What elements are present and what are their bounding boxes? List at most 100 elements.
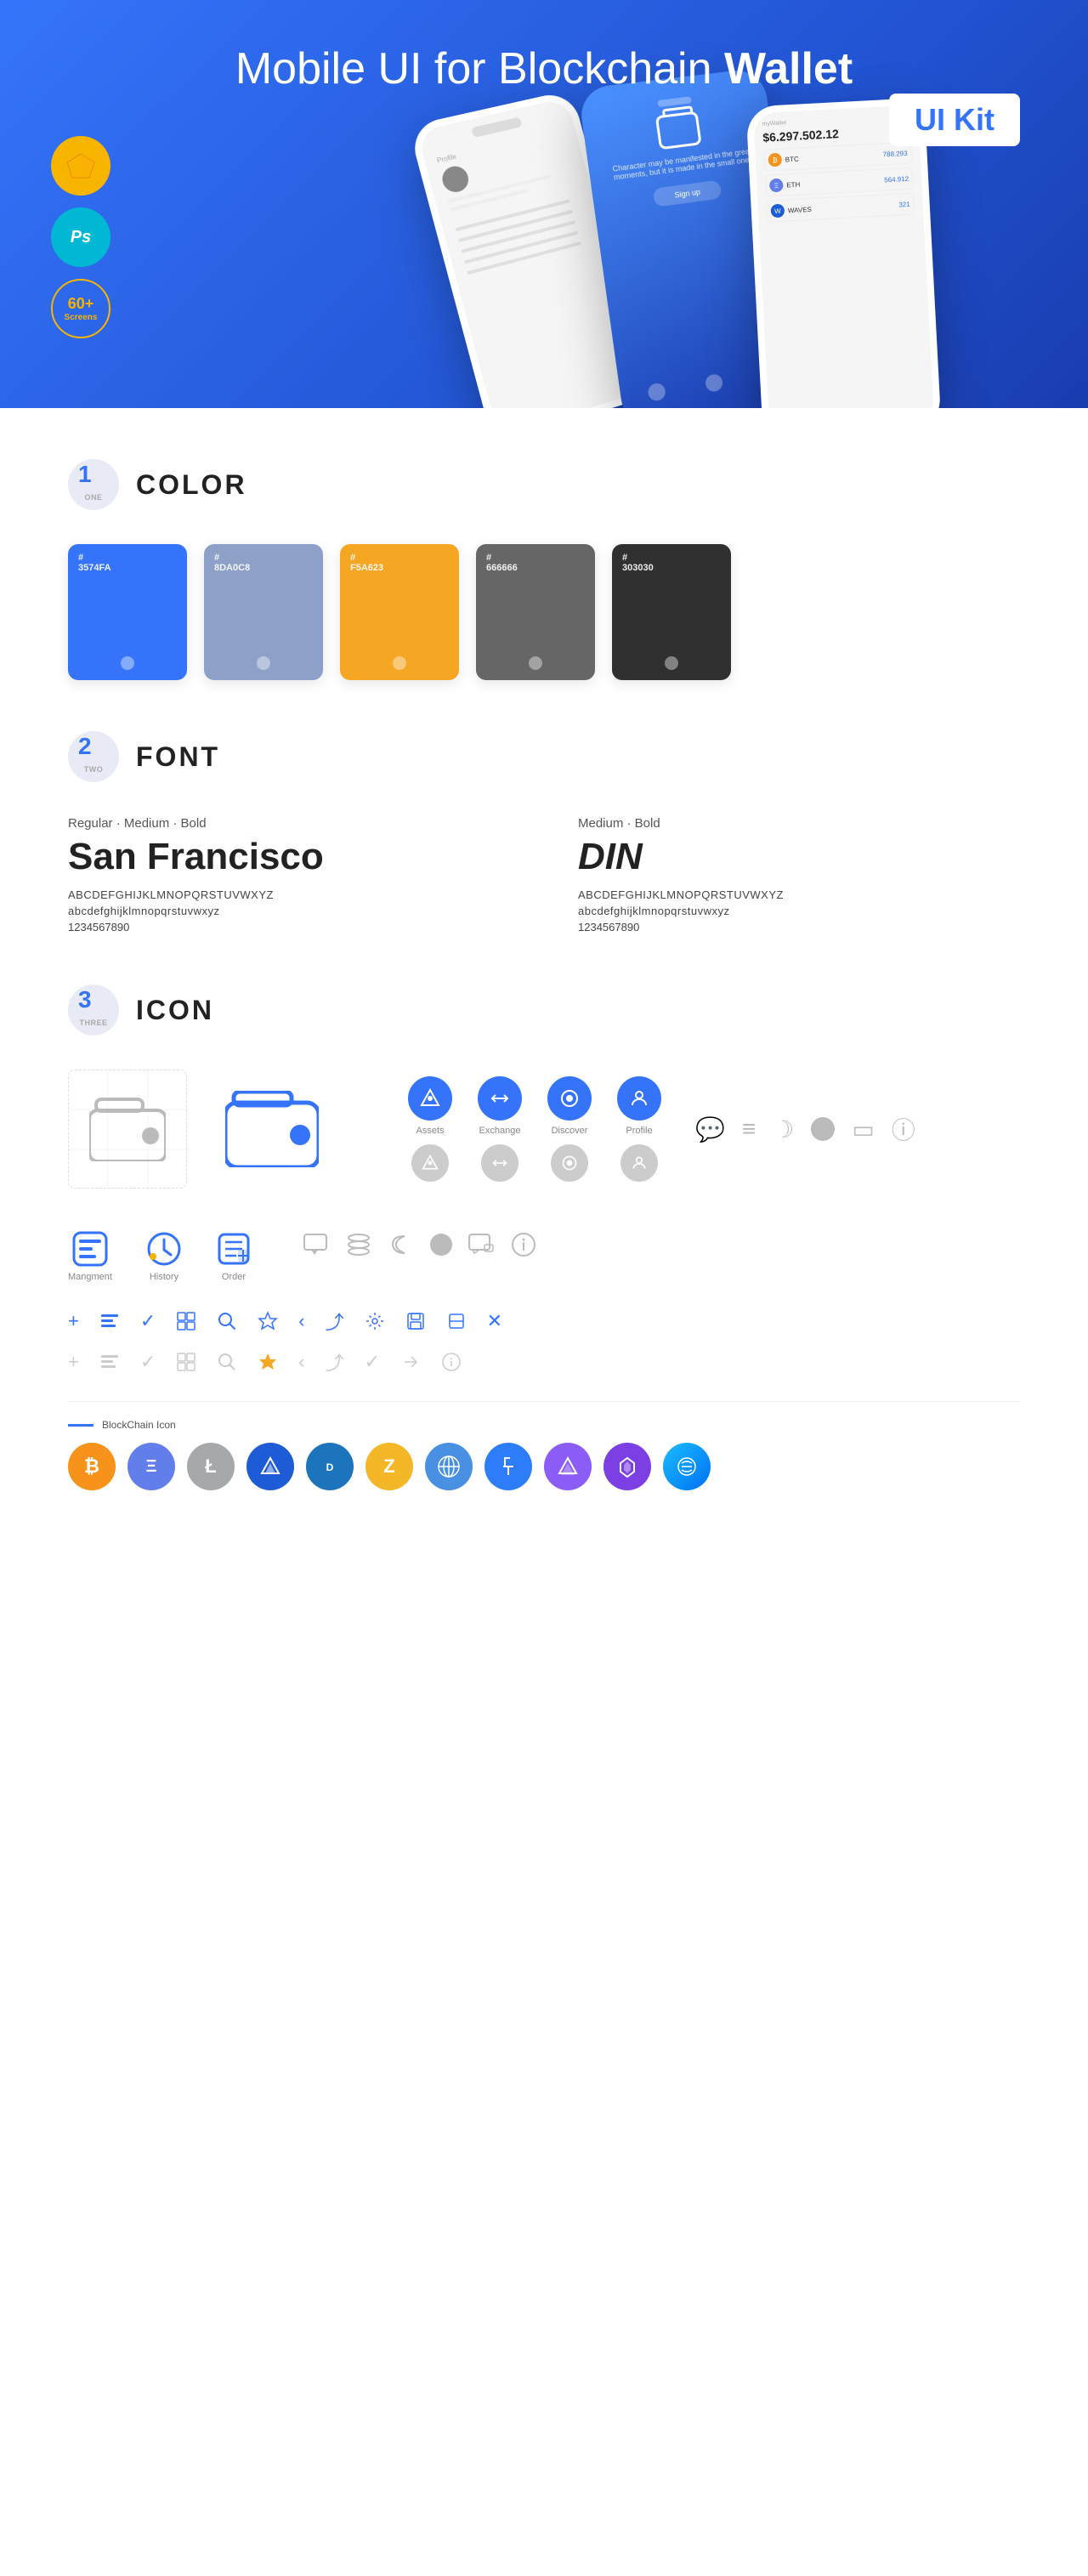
blockchain-text: BlockChain Icon	[102, 1419, 176, 1431]
font-din: Medium · Bold DIN ABCDEFGHIJKLMNOPQRSTUV…	[578, 816, 1020, 933]
share-icon: ⤴	[326, 1308, 344, 1335]
resize-icon	[446, 1311, 467, 1331]
star-icon	[258, 1311, 278, 1331]
dot-icon-gray	[430, 1234, 452, 1256]
zcash-icon: Z	[366, 1443, 413, 1490]
blockchain-line	[68, 1424, 94, 1427]
font-lowercase-din: abcdefghijklmnopqrstuvwxyz	[578, 905, 1020, 917]
algo-icon	[544, 1443, 592, 1490]
icon-section: 3 THREE ICON	[68, 984, 1020, 1490]
top-icon-row: Assets Exchange	[68, 1070, 1020, 1189]
assets-icon-item-blue: Assets	[408, 1076, 452, 1136]
discover-icon-gray	[551, 1144, 588, 1182]
colors-row: #3574FA #8DA0C8 #F5A623 #666666 #303030	[68, 544, 1020, 680]
history-label: History	[150, 1272, 178, 1282]
font-style-label-din: Medium · Bold	[578, 816, 1020, 831]
ltc-icon: Ł	[187, 1443, 235, 1490]
small-icons-gray-row: + ✓ ‹ ⤴ ✓	[68, 1348, 1020, 1376]
list-icon-gray	[99, 1352, 120, 1372]
divider	[68, 1401, 1020, 1402]
section-3-badge: 3 THREE	[68, 984, 119, 1036]
sketch-badge	[51, 136, 110, 196]
layers-icon-gray	[345, 1231, 372, 1258]
color-dot	[121, 656, 134, 670]
hero-section: Mobile UI for Blockchain Wallet UI Kit P…	[0, 0, 1088, 408]
check-sm-gray: ✓	[365, 1351, 380, 1373]
history-icon-item: History	[146, 1231, 182, 1282]
font-uppercase: ABCDEFGHIJKLMNOPQRSTUVWXYZ	[68, 888, 510, 901]
exchange-icon-gray	[481, 1144, 518, 1182]
font-style-label: Regular · Medium · Bold	[68, 816, 510, 831]
speech-icon: 💬	[695, 1115, 725, 1143]
grid-icon-crypto	[425, 1443, 473, 1490]
star-icon-active	[258, 1352, 278, 1372]
color-section-title: COLOR	[136, 469, 247, 501]
font-section-header: 2 TWO FONT	[68, 731, 1020, 782]
management-icon	[72, 1231, 108, 1267]
order-icon	[216, 1231, 252, 1267]
list-icon	[99, 1311, 120, 1331]
check-icon-gray: ✓	[140, 1351, 156, 1373]
ui-kit-badge: UI Kit	[889, 94, 1020, 146]
icon-section-header: 3 THREE ICON	[68, 984, 1020, 1036]
search-icon-gray	[217, 1352, 237, 1372]
discover-icon-col: Discover	[547, 1076, 592, 1182]
assets-label: Assets	[416, 1126, 444, 1136]
moon-icon: ☽	[773, 1115, 794, 1143]
chat-icon: ▭	[852, 1115, 874, 1143]
back-icon-gray: ‹	[298, 1351, 304, 1373]
management-label: Mangment	[68, 1272, 112, 1282]
order-label: Order	[222, 1272, 246, 1282]
settings-icon	[365, 1311, 385, 1331]
share-icon-gray: ⤴	[326, 1348, 344, 1376]
info-icon: ⓘ	[892, 1112, 915, 1146]
history-icon	[146, 1231, 182, 1267]
section-2-badge: 2 TWO	[68, 731, 119, 782]
close-icon-blue: ✕	[487, 1310, 502, 1332]
assets-icon-col: Assets	[408, 1076, 452, 1182]
misc-icons-row2	[303, 1231, 537, 1258]
discover-icon-item-blue: Discover	[547, 1076, 592, 1136]
search-icon	[217, 1311, 237, 1331]
icon-section-title: ICON	[136, 995, 214, 1026]
wallet-icon-grid	[68, 1070, 187, 1189]
management-icon-item: Mangment	[68, 1231, 112, 1282]
font-san-francisco: Regular · Medium · Bold San Francisco AB…	[68, 816, 510, 933]
other-icon	[663, 1443, 711, 1490]
font-section: 2 TWO FONT Regular · Medium · Bold San F…	[68, 731, 1020, 933]
font-lowercase: abcdefghijklmnopqrstuvwxyz	[68, 905, 510, 917]
btc-icon: ₿	[68, 1443, 116, 1490]
color-dot	[393, 656, 406, 670]
section-1-badge: 1 ONE	[68, 459, 119, 510]
misc-icons: 💬 ≡ ☽ ▭ ⓘ	[695, 1112, 915, 1146]
exchange-icon-col: Exchange	[478, 1076, 522, 1182]
profile-icon-blue	[617, 1076, 661, 1121]
color-blue: #3574FA	[68, 544, 187, 680]
font-uppercase-din: ABCDEFGHIJKLMNOPQRSTUVWXYZ	[578, 888, 1020, 901]
color-gray: #666666	[476, 544, 595, 680]
order-icon-item: Order	[216, 1231, 252, 1282]
color-dark: #303030	[612, 544, 731, 680]
blockchain-label-row: BlockChain Icon	[68, 1419, 1020, 1431]
color-muted-blue: #8DA0C8	[204, 544, 323, 680]
discover-label: Discover	[552, 1126, 588, 1136]
plus-icon: +	[68, 1310, 79, 1332]
save-icon	[405, 1311, 426, 1331]
moon-icon-gray	[388, 1231, 415, 1258]
hero-title: Mobile UI for Blockchain Wallet	[235, 43, 853, 95]
chat-icon-gray	[468, 1231, 495, 1258]
profile-label: Profile	[626, 1126, 652, 1136]
back-icon: ‹	[298, 1310, 304, 1332]
check-icon: ✓	[140, 1310, 156, 1332]
small-icons-blue-row: + ✓ ‹ ⤴ ✕	[68, 1308, 1020, 1335]
bottom-icons-row: Mangment History	[68, 1231, 1020, 1282]
exchange-icon-blue	[478, 1076, 522, 1121]
assets-icon-blue	[408, 1076, 452, 1121]
wallet-icon-blue	[212, 1070, 332, 1189]
screens-badge: 60+ Screens	[51, 279, 110, 338]
crypto-icons-row: ₿ Ξ Ł D Z	[68, 1443, 1020, 1490]
profile-icon-col: Profile	[617, 1076, 661, 1182]
message-icon-gray	[303, 1231, 330, 1258]
assets-icon-gray	[411, 1144, 449, 1182]
color-dot	[257, 656, 270, 670]
